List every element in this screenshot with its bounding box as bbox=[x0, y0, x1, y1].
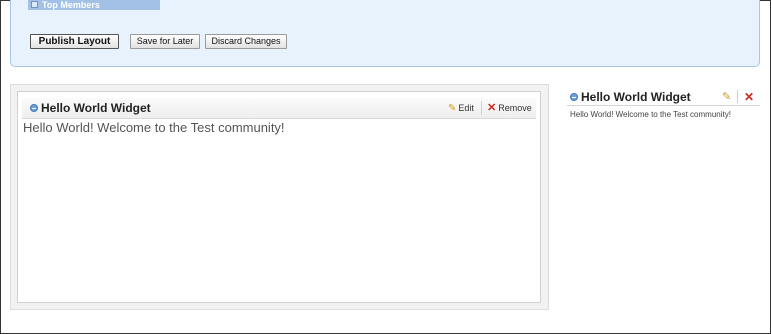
widget-body-text: Hello World! Welcome to the Test communi… bbox=[23, 120, 285, 135]
pencil-icon[interactable]: ✎ bbox=[722, 90, 731, 103]
collapse-icon[interactable] bbox=[30, 104, 38, 112]
close-icon: ✕ bbox=[487, 102, 497, 114]
publish-layout-button[interactable]: Publish Layout bbox=[30, 34, 119, 49]
top-members-widget-tab[interactable]: Top Members bbox=[28, 0, 160, 10]
top-members-label: Top Members bbox=[42, 0, 100, 10]
edit-label: Edit bbox=[458, 103, 474, 113]
discard-changes-button[interactable]: Discard Changes bbox=[205, 34, 287, 49]
save-for-later-button[interactable]: Save for Later bbox=[130, 34, 200, 49]
collapse-icon[interactable] bbox=[570, 93, 578, 101]
layout-toolbar-panel bbox=[10, 0, 760, 67]
pencil-icon: ✎ bbox=[448, 103, 457, 114]
side-widget-header-rule bbox=[567, 105, 760, 106]
remove-label: Remove bbox=[498, 103, 532, 113]
widget-icon bbox=[31, 1, 38, 8]
divider bbox=[737, 90, 738, 103]
close-icon[interactable]: ✕ bbox=[744, 90, 754, 104]
widget-title: Hello World Widget bbox=[41, 101, 151, 115]
edit-button[interactable]: ✎ Edit bbox=[448, 103, 474, 114]
side-widget-title: Hello World Widget bbox=[581, 90, 691, 104]
side-widget-body-text: Hello World! Welcome to the Test communi… bbox=[570, 110, 731, 119]
divider bbox=[481, 101, 482, 115]
remove-button[interactable]: ✕ Remove bbox=[487, 103, 532, 114]
